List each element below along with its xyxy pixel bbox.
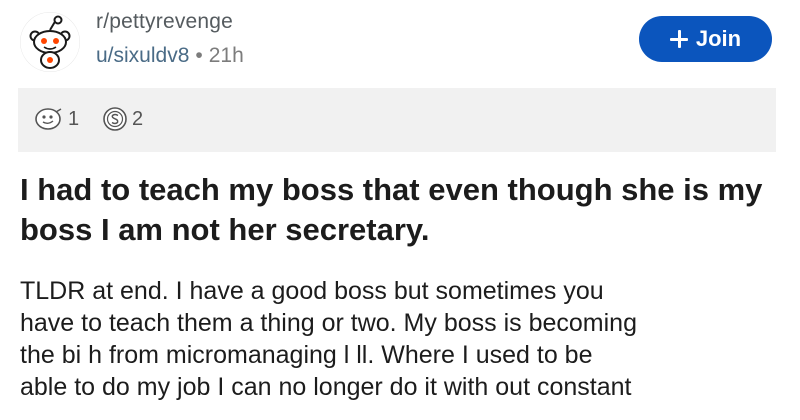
- post-header: r/pettyrevenge u/sixuldv8 • 21h Join: [0, 0, 800, 84]
- post-meta: u/sixuldv8 • 21h: [96, 44, 244, 68]
- author-link[interactable]: u/sixuldv8: [96, 44, 189, 67]
- post-age: 21h: [208, 44, 244, 67]
- award-item[interactable]: 2: [102, 106, 143, 132]
- award-count: 1: [68, 107, 80, 130]
- join-button-label: Join: [695, 26, 742, 51]
- subreddit-name[interactable]: r/pettyrevenge: [96, 10, 233, 34]
- award-item[interactable]: 1: [34, 106, 79, 132]
- award-face-icon: [35, 108, 62, 130]
- post-title[interactable]: I had to teach my boss that even though …: [20, 170, 780, 250]
- award-count: 2: [132, 107, 144, 130]
- awards-bar[interactable]: 1 2: [18, 88, 776, 152]
- reddit-post-screen: r/pettyrevenge u/sixuldv8 • 21h Join 1 2…: [0, 0, 800, 420]
- post-body: TLDR at end. I have a good boss but some…: [20, 277, 637, 401]
- snoo-icon: [20, 12, 80, 72]
- join-button[interactable]: Join: [639, 16, 772, 62]
- award-coin-icon: [103, 107, 127, 131]
- meta-separator: •: [195, 44, 203, 67]
- plus-icon: [669, 30, 688, 48]
- subreddit-avatar[interactable]: [20, 12, 80, 72]
